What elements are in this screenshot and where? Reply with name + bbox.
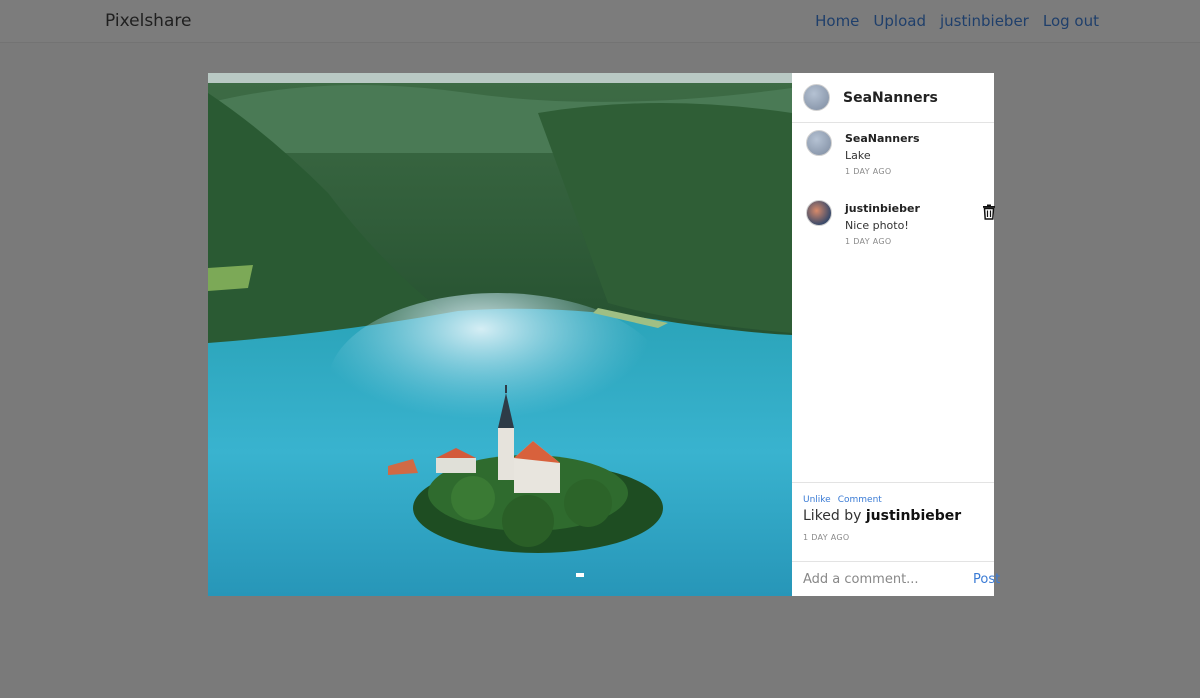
comment-text: Lake: [845, 149, 871, 162]
comment-username[interactable]: SeaNanners: [845, 132, 920, 145]
comment-time: 1 DAY AGO: [845, 237, 892, 246]
action-links: Unlike Comment: [803, 495, 983, 505]
brand-logo[interactable]: Pixelshare: [105, 11, 191, 31]
post-photo: [208, 73, 792, 596]
comment-username[interactable]: justinbieber: [845, 202, 920, 215]
comment-avatar[interactable]: [806, 130, 832, 156]
comment-time: 1 DAY AGO: [845, 167, 892, 176]
post-comment-button[interactable]: Post: [973, 572, 1000, 587]
nav-link-profile[interactable]: justinbieber: [940, 12, 1029, 30]
comment-body: justinbieber Nice photo! 1 DAY AGO: [845, 200, 920, 246]
post-actions: Unlike Comment Liked by justinbieber 1 D…: [792, 482, 994, 561]
nav-link-logout[interactable]: Log out: [1043, 12, 1099, 30]
comment-item: justinbieber Nice photo! 1 DAY AGO: [806, 200, 996, 246]
comment-avatar[interactable]: [806, 200, 832, 226]
comment-form: Post: [792, 561, 1000, 596]
comment-text: Nice photo!: [845, 219, 909, 232]
post-modal: SeaNanners SeaNanners Lake 1 DAY AGO jus…: [208, 73, 1000, 596]
lake-island-photo: [208, 73, 792, 596]
navbar: Pixelshare Home Upload justinbieber Log …: [0, 0, 1200, 43]
comment-button[interactable]: Comment: [838, 495, 882, 505]
post-time: 1 DAY AGO: [803, 533, 850, 542]
unlike-button[interactable]: Unlike: [803, 495, 831, 505]
liked-by: Liked by justinbieber: [803, 508, 983, 524]
nav-link-home[interactable]: Home: [815, 12, 859, 30]
liked-by-prefix: Liked by: [803, 508, 862, 524]
nav-links: Home Upload justinbieber Log out: [815, 12, 1099, 30]
comment-input[interactable]: [803, 571, 973, 587]
liked-by-user[interactable]: justinbieber: [866, 508, 961, 524]
comment-item: SeaNanners Lake 1 DAY AGO: [806, 130, 994, 176]
comment-body: SeaNanners Lake 1 DAY AGO: [845, 130, 920, 176]
post-sidebar: SeaNanners SeaNanners Lake 1 DAY AGO jus…: [792, 73, 1000, 596]
trash-icon[interactable]: [982, 204, 996, 220]
owner-username[interactable]: SeaNanners: [843, 90, 938, 106]
nav-link-upload[interactable]: Upload: [873, 12, 926, 30]
post-header: SeaNanners: [792, 73, 994, 123]
comments-list: SeaNanners Lake 1 DAY AGO justinbieber N…: [792, 123, 996, 482]
owner-avatar[interactable]: [803, 84, 830, 111]
